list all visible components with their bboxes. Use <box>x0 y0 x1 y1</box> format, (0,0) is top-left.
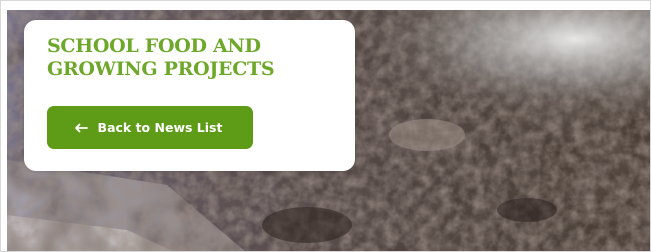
back-button-label: Back to News List <box>97 120 223 135</box>
news-header-card: SCHOOL FOOD AND GROWING PROJECTS Back to… <box>24 20 355 171</box>
page-title: SCHOOL FOOD AND GROWING PROJECTS <box>47 35 275 80</box>
page-frame: SCHOOL FOOD AND GROWING PROJECTS Back to… <box>0 0 651 252</box>
back-to-news-list-button[interactable]: Back to News List <box>47 106 253 149</box>
arrow-left-icon <box>74 123 88 133</box>
